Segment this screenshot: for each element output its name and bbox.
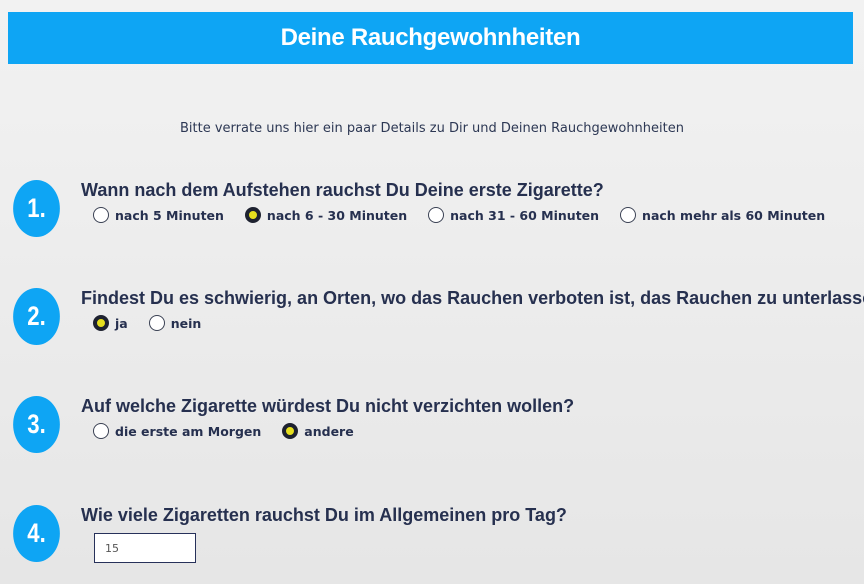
intro-text: Bitte verrate uns hier ein paar Details …	[180, 121, 684, 136]
radio-button-checked[interactable]	[244, 207, 261, 223]
radio-button[interactable]	[93, 207, 109, 223]
cigarettes-per-day-input[interactable]	[94, 533, 196, 563]
option-label: nach mehr als 60 Minuten	[642, 207, 826, 223]
radio-button[interactable]	[93, 423, 109, 439]
radio-option-nach-6-30-minuten[interactable]: nach 6 - 30 Minuten	[244, 207, 408, 223]
question-number-badge: 3.	[13, 396, 60, 453]
radio-group: nach 5 Minuten nach 6 - 30 Minuten nach …	[93, 207, 846, 223]
radio-option-nach-5-minuten[interactable]: nach 5 Minuten	[93, 207, 224, 223]
question-text: Findest Du es schwierig, an Orten, wo da…	[81, 288, 864, 308]
option-label: andere	[304, 423, 354, 439]
radio-option-nach-mehr-als-60-minuten[interactable]: nach mehr als 60 Minuten	[620, 207, 825, 223]
radio-button-checked[interactable]	[282, 423, 299, 439]
question-number-badge: 2.	[13, 288, 60, 345]
option-label: nach 31 - 60 Minuten	[450, 207, 600, 223]
radio-button[interactable]	[428, 207, 445, 223]
question-number-badge: 4.	[13, 505, 60, 562]
radio-option-nein[interactable]: nein	[148, 315, 202, 331]
radio-option-andere[interactable]: andere	[282, 423, 354, 439]
radio-button-checked[interactable]	[93, 315, 109, 331]
option-label: nach 6 - 30 Minuten	[266, 207, 408, 223]
radio-button[interactable]	[148, 315, 165, 331]
radio-group: die erste am Morgen andere	[93, 423, 375, 439]
radio-option-die-erste-am-morgen[interactable]: die erste am Morgen	[93, 423, 261, 439]
radio-button[interactable]	[620, 207, 637, 223]
page-header: Deine Rauchgewohnheiten	[8, 12, 853, 64]
option-label: nach 5 Minuten	[115, 207, 224, 223]
option-label: ja	[115, 315, 128, 331]
radio-group: ja nein	[93, 315, 222, 331]
question-text: Wann nach dem Aufstehen rauchst Du Deine…	[81, 180, 604, 200]
page-title: Deine Rauchgewohnheiten	[280, 24, 581, 51]
radio-option-nach-31-60-minuten[interactable]: nach 31 - 60 Minuten	[428, 207, 599, 223]
question-number-badge: 1.	[13, 180, 60, 237]
option-label: nein	[170, 315, 202, 331]
question-text: Wie viele Zigaretten rauchst Du im Allge…	[81, 505, 567, 525]
radio-option-ja[interactable]: ja	[93, 315, 128, 331]
question-text: Auf welche Zigarette würdest Du nicht ve…	[81, 396, 575, 416]
option-label: die erste am Morgen	[115, 423, 262, 439]
